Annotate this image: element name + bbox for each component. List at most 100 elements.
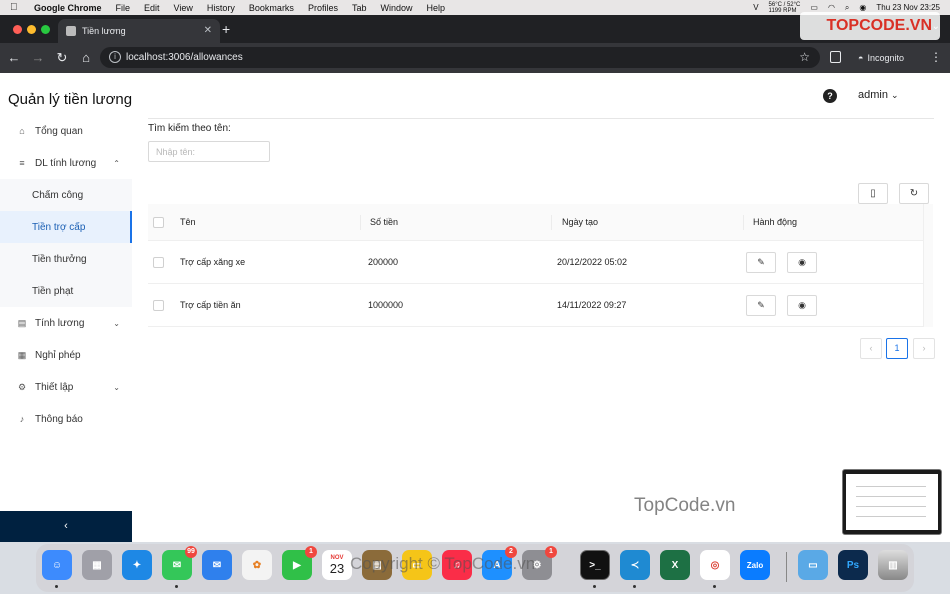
forward-icon[interactable]: →: [30, 50, 46, 65]
header-divider: [148, 118, 934, 119]
browser-tab-active[interactable]: Tiền lương ✕: [58, 19, 220, 43]
chevron-left-icon: ‹: [64, 520, 68, 532]
sidebar-item-penalty[interactable]: Tiền phạt: [0, 275, 132, 307]
edit-button[interactable]: ✎: [746, 252, 776, 273]
home-icon[interactable]: ⌂: [78, 50, 94, 65]
edit-icon: ✎: [757, 300, 765, 310]
menu-edit[interactable]: Edit: [144, 3, 160, 13]
menu-help[interactable]: Help: [426, 3, 445, 13]
next-page-button[interactable]: ›: [913, 338, 935, 359]
excel-icon[interactable]: X: [660, 550, 690, 580]
column-header-created[interactable]: Ngày tạo: [562, 204, 598, 240]
close-tab-icon[interactable]: ✕: [204, 25, 212, 36]
trash-icon[interactable]: ▥: [878, 550, 908, 580]
terminal-icon[interactable]: >_: [580, 550, 610, 580]
temperature-readout[interactable]: 56°C / 52°C 1199 RPM: [769, 2, 801, 14]
messages-icon[interactable]: ✉ 99: [162, 546, 197, 580]
sidebar-item-label: Thiết lập: [35, 381, 74, 393]
side-panel-icon[interactable]: [830, 51, 841, 63]
export-file-button[interactable]: ▯: [858, 183, 888, 204]
site-info-icon[interactable]: i: [109, 51, 121, 63]
incognito-indicator[interactable]: ◓ Incognito: [852, 49, 910, 67]
running-indicator: [55, 585, 58, 588]
row-checkbox[interactable]: [153, 256, 164, 268]
vscode-icon[interactable]: ≺: [620, 550, 650, 580]
thumbnail-line: [856, 486, 926, 487]
sidebar-item-overview[interactable]: ⌂ Tổng quan: [0, 115, 132, 147]
user-menu[interactable]: admin ⌄: [858, 89, 899, 101]
finder-icon[interactable]: ☺: [42, 550, 72, 580]
thumbnail-line: [856, 516, 926, 517]
new-tab-icon[interactable]: +: [222, 21, 230, 37]
sidebar-item-label: Nghỉ phép: [35, 349, 81, 361]
minimize-window-button[interactable]: [27, 25, 36, 34]
screenshot-thumbnail[interactable]: [842, 469, 942, 535]
close-window-button[interactable]: [13, 25, 22, 34]
address-bar[interactable]: i localhost:3006/allowances ☆: [100, 47, 820, 68]
view-button[interactable]: ◉: [787, 252, 817, 273]
control-center-icon[interactable]: ◉: [859, 3, 866, 12]
back-icon[interactable]: ←: [6, 50, 22, 65]
menu-window[interactable]: Window: [380, 3, 412, 13]
prev-page-button[interactable]: ‹: [860, 338, 882, 359]
photos-icon[interactable]: ✿: [242, 550, 272, 580]
help-icon[interactable]: ?: [823, 89, 837, 103]
sidebar-item-allowance[interactable]: Tiền trợ cấp: [0, 211, 132, 243]
facetime-icon[interactable]: ▶ 1: [282, 546, 317, 580]
incognito-icon: ◓: [858, 53, 864, 63]
dock-divider: [786, 552, 787, 582]
vpn-icon[interactable]: V: [753, 3, 758, 12]
sidebar-item-salary-data[interactable]: ≡ DL tính lương ⌃: [0, 147, 132, 179]
sidebar-item-notifications[interactable]: ♪ Thông báo: [0, 403, 132, 435]
clock[interactable]: Thu 23 Nov 23:25: [876, 3, 940, 12]
row-checkbox[interactable]: [153, 299, 164, 311]
view-button[interactable]: ◉: [787, 295, 817, 316]
menu-tab[interactable]: Tab: [352, 3, 367, 13]
column-header-name[interactable]: Tên: [180, 204, 196, 240]
menu-history[interactable]: History: [207, 3, 235, 13]
mail-icon[interactable]: ✉: [202, 550, 232, 580]
sidebar-item-timekeeping[interactable]: Chấm công: [0, 179, 132, 211]
chevron-up-icon: ⌃: [113, 158, 120, 168]
photoshop-icon[interactable]: Ps: [838, 550, 868, 580]
chrome-menu-icon[interactable]: ⋮: [930, 50, 942, 64]
zalo-icon[interactable]: Zalo: [740, 550, 770, 580]
maximize-window-button[interactable]: [41, 25, 50, 34]
bookmark-star-icon[interactable]: ☆: [799, 50, 810, 64]
watermark-logo-text: TOPCODE.VN: [826, 17, 933, 34]
table-scrollbar[interactable]: [923, 204, 933, 327]
refresh-button[interactable]: ↻: [899, 183, 929, 204]
menu-view[interactable]: View: [174, 3, 193, 13]
menu-profiles[interactable]: Profiles: [308, 3, 338, 13]
app-logo: Quản lý tiền lương: [8, 91, 133, 108]
select-all-checkbox[interactable]: [153, 216, 164, 228]
column-header-amount[interactable]: Số tiền: [370, 204, 398, 240]
sidebar-menu: ⌂ Tổng quan ≡ DL tính lương ⌃ Chấm công …: [0, 115, 132, 435]
edit-button[interactable]: ✎: [746, 295, 776, 316]
sidebar-item-settings[interactable]: ⚙ Thiết lập ⌄: [0, 371, 132, 403]
sidebar-item-label: Tiền trợ cấp: [32, 221, 86, 233]
battery-icon[interactable]: ▭: [810, 3, 818, 12]
reload-icon: ↻: [909, 188, 919, 199]
wifi-icon[interactable]: ◠: [828, 3, 835, 12]
calendar-day: 23: [329, 560, 345, 576]
sidebar-item-payroll[interactable]: ▤ Tính lương ⌄: [0, 307, 132, 339]
sidebar-item-bonus[interactable]: Tiền thưởng: [0, 243, 132, 275]
menu-bookmarks[interactable]: Bookmarks: [249, 3, 294, 13]
spotlight-icon[interactable]: ⌕: [845, 3, 849, 13]
launchpad-icon[interactable]: ▦: [82, 550, 112, 580]
calendar-icon[interactable]: NOV 23: [322, 550, 352, 580]
reload-icon[interactable]: ↻: [54, 50, 70, 66]
menu-file[interactable]: File: [116, 3, 131, 13]
menu-app-name[interactable]: Google Chrome: [34, 3, 102, 13]
table-row: Trợ cấp tiền ăn 1000000 14/11/2022 09:27…: [148, 284, 924, 327]
apple-icon[interactable]: : [10, 2, 22, 13]
incognito-label: Incognito: [867, 53, 904, 63]
search-input[interactable]: [148, 141, 270, 162]
chrome-icon[interactable]: ◎: [700, 550, 730, 580]
folder-icon[interactable]: ▭: [798, 550, 828, 580]
sidebar-item-leave[interactable]: ▦ Nghỉ phép: [0, 339, 132, 371]
page-button-current[interactable]: 1: [886, 338, 908, 359]
sidebar-collapse-button[interactable]: ‹: [0, 511, 132, 542]
safari-icon[interactable]: ✦: [122, 550, 152, 580]
